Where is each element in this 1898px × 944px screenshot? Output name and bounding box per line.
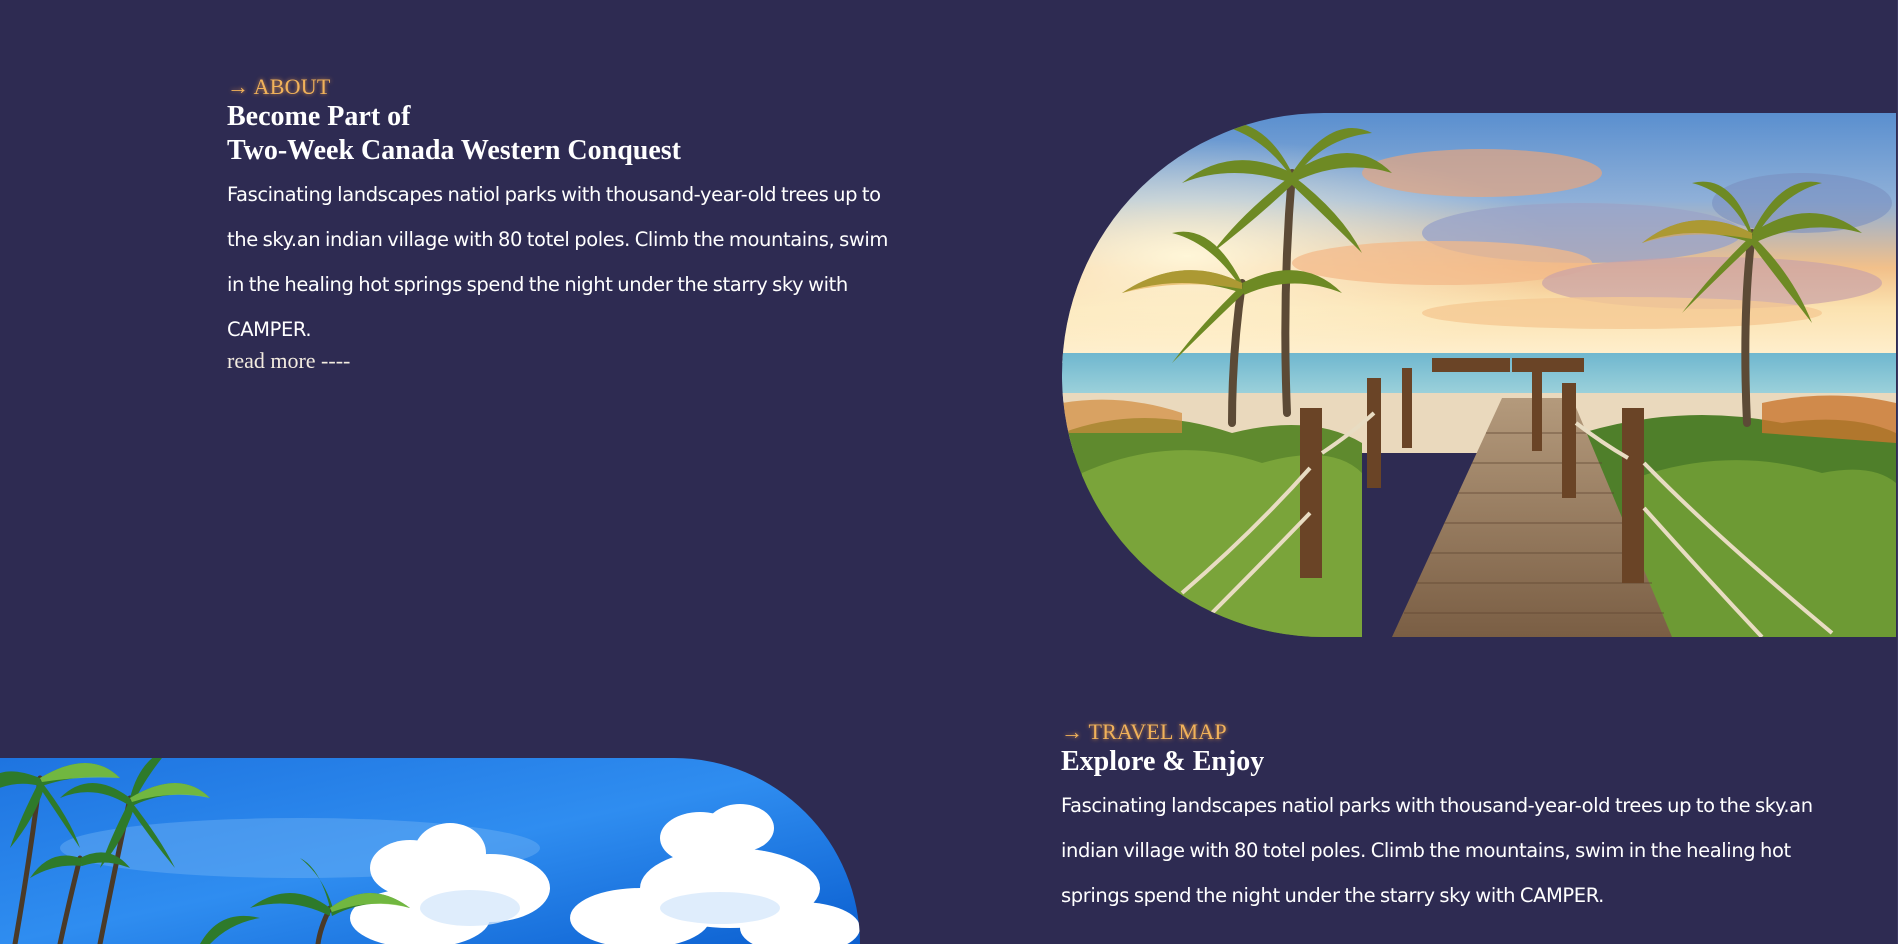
travel-map-eyebrow: → TRAVEL MAP <box>1061 719 1227 744</box>
about-section: → ABOUT Become Part of Two-Week Canada W… <box>227 74 907 374</box>
read-more-link[interactable]: read more ---- <box>227 348 350 374</box>
travel-map-body: Fascinating landscapes natiol parks with… <box>1061 794 1813 907</box>
about-heading-line2: Two-Week Canada Western Conquest <box>227 135 682 166</box>
about-heading-line1: Become Part of <box>227 101 411 132</box>
tropical-island-image <box>0 758 860 944</box>
about-body: Fascinating landscapes natiol parks with… <box>227 183 889 341</box>
travel-map-section: → TRAVEL MAP Explore & Enjoy Fascinating… <box>1061 719 1821 918</box>
about-eyebrow: → ABOUT <box>227 74 331 99</box>
about-heading: Become Part of Two-Week Canada Western C… <box>227 100 907 168</box>
beach-boardwalk-image <box>1062 113 1896 637</box>
travel-map-heading: Explore & Enjoy <box>1061 746 1265 777</box>
